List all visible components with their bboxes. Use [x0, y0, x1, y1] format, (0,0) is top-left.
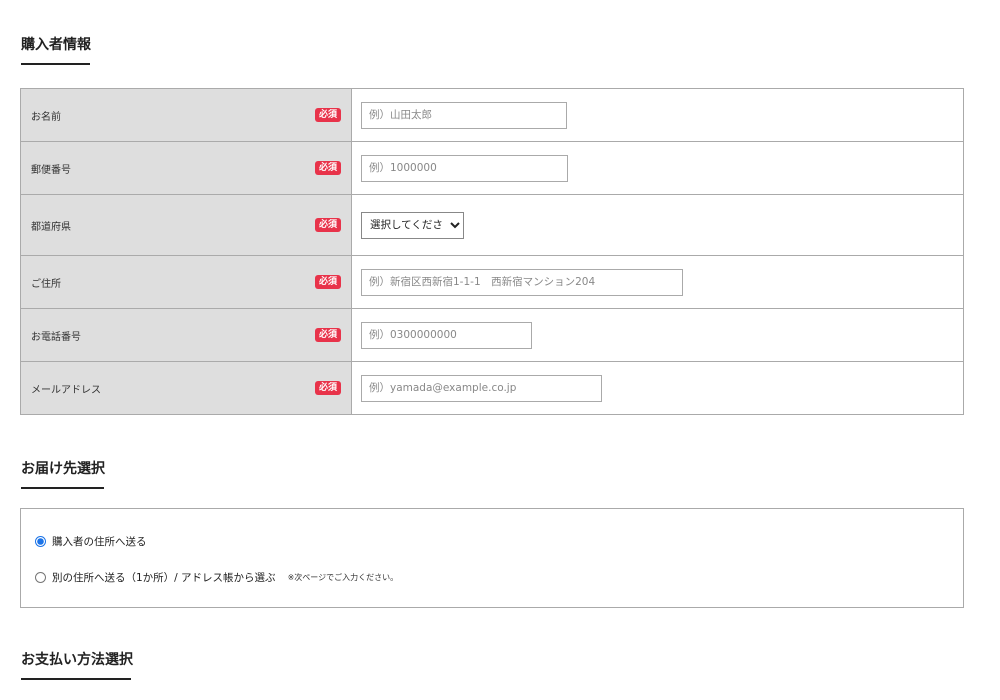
- delivery-option-other-address[interactable]: 別の住所へ送る（1か所）/ アドレス帳から選ぶ ※次ページでご入力ください。: [35, 570, 398, 585]
- required-badge: 必須: [314, 108, 341, 122]
- field-label-name: お名前: [31, 111, 61, 123]
- email-input[interactable]: [361, 374, 602, 402]
- label-cell: ご住所 必須: [21, 256, 352, 308]
- prefecture-select[interactable]: 選択してください: [361, 211, 464, 239]
- delivery-radio-buyer-address[interactable]: [35, 536, 46, 547]
- delivery-option-label: 購入者の住所へ送る: [52, 536, 147, 548]
- delivery-radio-other-address[interactable]: [35, 572, 46, 583]
- postal-code-input[interactable]: [361, 154, 568, 182]
- label-cell: お名前 必須: [21, 89, 352, 141]
- required-badge: 必須: [314, 218, 341, 232]
- label-cell: 都道府県 必須: [21, 195, 352, 255]
- form-row-name: お名前 必須: [21, 89, 963, 142]
- required-badge: 必須: [314, 275, 341, 289]
- required-badge: 必須: [314, 381, 341, 395]
- buyer-info-heading: 購入者情報: [21, 36, 91, 65]
- input-cell: [352, 142, 963, 194]
- label-cell: 郵便番号 必須: [21, 142, 352, 194]
- delivery-option-label: 別の住所へ送る（1か所）/ アドレス帳から選ぶ: [52, 572, 276, 584]
- payment-heading: お支払い方法選択: [21, 651, 133, 680]
- form-row-postal: 郵便番号 必須: [21, 142, 963, 195]
- input-cell: [352, 362, 963, 414]
- delivery-option-buyer-address[interactable]: 購入者の住所へ送る: [35, 534, 147, 549]
- input-cell: [352, 256, 963, 308]
- input-cell: [352, 89, 963, 141]
- input-cell: [352, 309, 963, 361]
- buyer-info-form: お名前 必須 郵便番号 必須 都道府県 必須 選択してください ご住所 必須: [20, 88, 964, 415]
- field-label-postal: 郵便番号: [31, 164, 71, 176]
- delivery-options: 購入者の住所へ送る 別の住所へ送る（1か所）/ アドレス帳から選ぶ ※次ページで…: [20, 508, 964, 608]
- required-badge: 必須: [314, 328, 341, 342]
- label-cell: お電話番号 必須: [21, 309, 352, 361]
- input-cell: 選択してください: [352, 195, 963, 255]
- form-row-address: ご住所 必須: [21, 256, 963, 309]
- form-row-prefecture: 都道府県 必須 選択してください: [21, 195, 963, 256]
- phone-input[interactable]: [361, 321, 532, 349]
- name-input[interactable]: [361, 101, 567, 129]
- field-label-prefecture: 都道府県: [31, 221, 71, 233]
- delivery-heading: お届け先選択: [21, 460, 105, 489]
- field-label-email: メールアドレス: [31, 384, 101, 396]
- field-label-phone: お電話番号: [31, 331, 81, 343]
- address-input[interactable]: [361, 268, 683, 296]
- field-label-address: ご住所: [31, 278, 61, 290]
- form-row-phone: お電話番号 必須: [21, 309, 963, 362]
- form-row-email: メールアドレス 必須: [21, 362, 963, 414]
- required-badge: 必須: [314, 161, 341, 175]
- delivery-option-note: ※次ページでご入力ください。: [287, 573, 399, 582]
- label-cell: メールアドレス 必須: [21, 362, 352, 414]
